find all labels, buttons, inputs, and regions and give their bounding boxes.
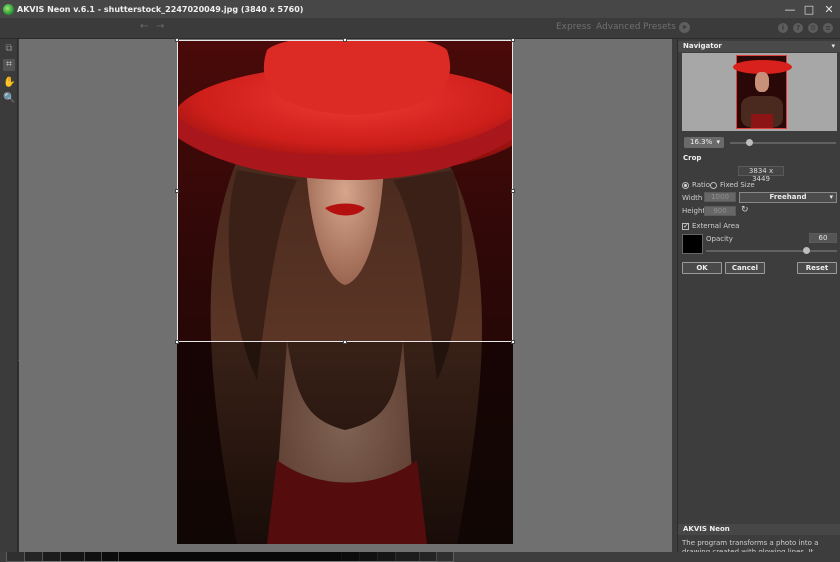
navigator-thumbnail[interactable]	[733, 55, 792, 129]
info-text: The program transforms a photo into a dr…	[682, 539, 819, 552]
crop-handle-top-left[interactable]	[175, 38, 179, 42]
zoom-dropdown[interactable]: 16.3% ▾	[684, 137, 724, 148]
settings-icon[interactable]: ⚙	[808, 23, 818, 33]
collapse-icon[interactable]: ▾	[831, 41, 835, 52]
title-bar: AKVIS Neon v.6.1 - shutterstock_22470200…	[0, 0, 840, 18]
crop-handle-bottom[interactable]	[343, 340, 347, 344]
zoom-arrow-icon: ▾	[716, 138, 720, 146]
zoom-tool-icon[interactable]: 🔍	[3, 93, 15, 105]
crop-handle-bottom-right[interactable]	[511, 340, 515, 344]
cancel-button[interactable]: Cancel	[725, 262, 765, 274]
main-toolbar: ← → Express Advanced Presets	[0, 18, 840, 562]
fixed-size-radio[interactable]	[710, 182, 717, 189]
redo-icon[interactable]: →	[156, 21, 164, 32]
undo-icon[interactable]: ←	[140, 21, 148, 32]
run-button[interactable]	[679, 22, 690, 33]
navigator-title: Navigator	[683, 42, 722, 50]
zoom-slider-knob[interactable]	[746, 139, 753, 146]
zoom-value: 16.3%	[690, 138, 713, 146]
about-icon[interactable]: i	[778, 23, 788, 33]
before-after-icon[interactable]: ⧉	[3, 43, 15, 55]
ratio-radio[interactable]	[682, 182, 689, 189]
app-logo-icon	[3, 3, 14, 15]
crop-handle-bottom-left[interactable]	[175, 340, 179, 344]
ratio-select-arrow-icon: ▾	[829, 193, 833, 201]
crop-selection[interactable]	[177, 40, 513, 342]
width-label: Width	[682, 194, 703, 202]
menu-icon[interactable]: ≡	[823, 23, 833, 33]
tab-presets[interactable]: Presets	[643, 22, 676, 32]
ok-button[interactable]: OK	[682, 262, 722, 274]
reset-button[interactable]: Reset	[797, 262, 837, 274]
navigator-header: Navigator ▾	[678, 41, 840, 52]
crop-handle-left[interactable]	[175, 189, 179, 193]
window-title: AKVIS Neon v.6.1 - shutterstock_22470200…	[17, 4, 304, 14]
opacity-value[interactable]: 60	[809, 233, 837, 243]
info-header: AKVIS Neon	[678, 524, 840, 535]
height-label: Height	[682, 207, 706, 215]
crop-handle-right[interactable]	[511, 189, 515, 193]
opacity-slider[interactable]	[706, 250, 837, 252]
ratio-label: Ratio	[692, 181, 710, 189]
swap-refresh-icon[interactable]: ↻	[741, 205, 749, 215]
navigator-preview[interactable]	[682, 53, 837, 131]
crop-title: Crop	[683, 154, 702, 162]
width-field[interactable]: 1000	[704, 192, 736, 202]
help-icon[interactable]: ?	[793, 23, 803, 33]
external-area-checkbox[interactable]: ✓	[682, 223, 689, 230]
right-panel: Navigator ▾ 16.3% ▾ Crop 3834 x 3449 Rat…	[677, 39, 840, 552]
close-button[interactable]: ✕	[817, 0, 840, 18]
tab-advanced[interactable]: Advanced	[596, 22, 640, 32]
crop-handle-top[interactable]	[343, 38, 347, 42]
ratio-select-value: Freehand	[769, 193, 807, 201]
external-area-overlay	[177, 342, 513, 544]
crop-header: Crop	[678, 153, 840, 164]
external-area-label: External Area	[692, 222, 740, 230]
opacity-label: Opacity	[706, 235, 733, 243]
height-field[interactable]: 900	[704, 206, 736, 216]
crop-handle-top-right[interactable]	[511, 38, 515, 42]
crop-tool-icon[interactable]: ⌗	[3, 59, 15, 71]
ratio-select[interactable]: Freehand ▾	[739, 192, 837, 203]
info-title: AKVIS Neon	[683, 525, 730, 533]
tab-express[interactable]: Express	[556, 22, 591, 32]
fixed-size-label: Fixed Size	[720, 181, 755, 189]
opacity-slider-knob[interactable]	[802, 247, 810, 254]
external-area-color-swatch[interactable]	[682, 234, 703, 254]
tools-bar: ⧉ ⌗ ✋ 🔍	[0, 39, 18, 552]
hand-tool-icon[interactable]: ✋	[3, 77, 15, 89]
crop-size-readout: 3834 x 3449	[738, 166, 784, 183]
